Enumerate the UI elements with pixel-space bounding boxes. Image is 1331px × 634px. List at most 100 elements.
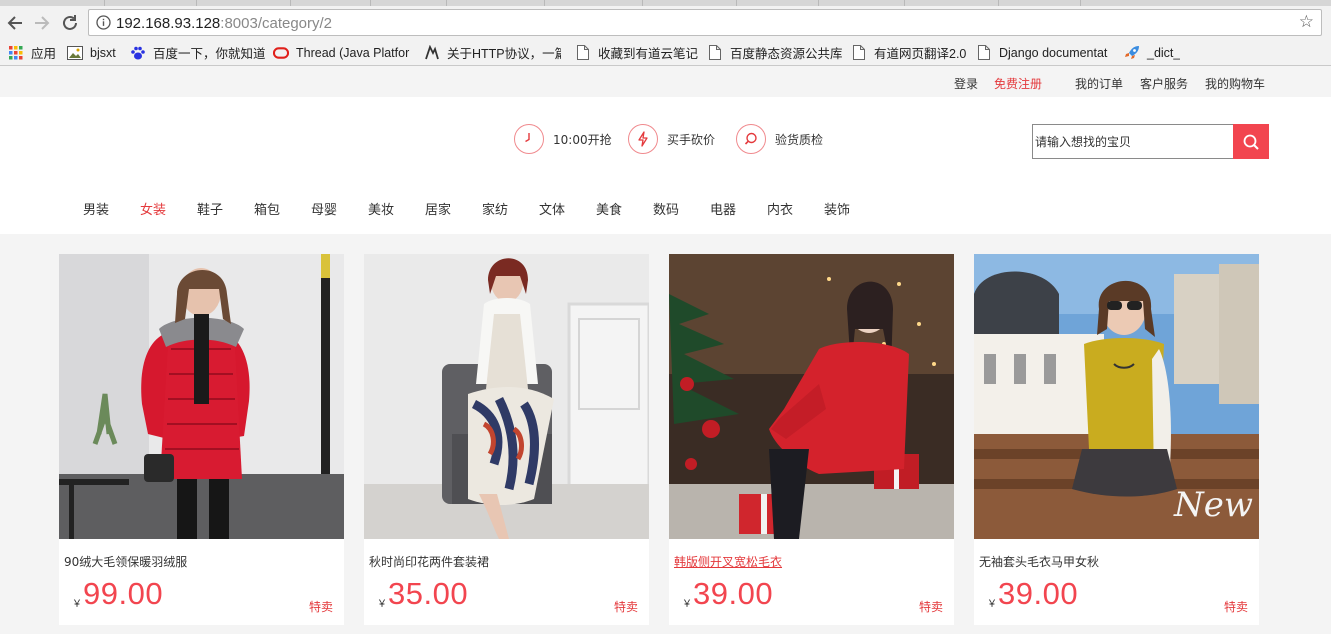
product-name[interactable]: 90绒大毛领保暖羽绒服	[64, 553, 187, 570]
product-image[interactable]: New	[974, 254, 1259, 539]
bookmark-label: 关于HTTP协议，一篇	[447, 47, 561, 61]
info-icon[interactable]	[96, 15, 111, 33]
forward-arrow-icon	[35, 16, 50, 30]
url-path: :8003/category/2	[220, 15, 333, 32]
category-women[interactable]: 女装	[140, 199, 166, 218]
my-cart-link[interactable]: 我的购物车	[1205, 75, 1265, 92]
search-box	[1032, 124, 1269, 159]
clock-icon	[514, 124, 544, 154]
image-bookmark-icon	[67, 45, 83, 61]
bookmark-label: _dict_	[1147, 45, 1181, 60]
feature-flash-sale: 10:00开抢	[514, 124, 612, 154]
site-header: 10:00开抢 买手砍价 验货质检 男装 女装 鞋子 箱包 母婴 美妆 居家	[0, 97, 1331, 234]
register-link[interactable]: 免费注册	[994, 75, 1042, 92]
currency-symbol: ￥	[377, 599, 387, 610]
page-icon	[851, 45, 867, 61]
bookmark-label: 应用	[31, 47, 57, 61]
bookmark-star-icon[interactable]: ☆	[1299, 13, 1314, 32]
category-baby[interactable]: 母婴	[311, 199, 337, 218]
feature-bargain: 买手砍价	[628, 124, 715, 154]
url-text[interactable]: 192.168.93.128:8003/category/2	[116, 15, 332, 32]
bookmark-youdao-translate[interactable]: 有道网页翻译2.0	[851, 44, 966, 61]
apps-grid-icon	[8, 45, 24, 61]
bookmark-label: bjsxt	[90, 45, 116, 60]
forward-button[interactable]	[31, 12, 53, 34]
price-value: 35.00	[388, 576, 469, 611]
category-digital[interactable]: 数码	[653, 199, 679, 218]
price-value: 99.00	[83, 576, 164, 611]
wolf-icon	[424, 44, 440, 61]
category-men[interactable]: 男装	[83, 199, 109, 218]
reload-button[interactable]	[59, 12, 81, 34]
price-value: 39.00	[693, 576, 774, 611]
category-stationery[interactable]: 文体	[539, 199, 565, 218]
bookmark-http[interactable]: 关于HTTP协议，一篇	[424, 44, 561, 61]
address-bar[interactable]: 192.168.93.128:8003/category/2 ☆	[88, 9, 1322, 36]
currency-symbol: ￥	[72, 599, 82, 610]
product-price: ￥35.00	[377, 576, 468, 612]
product-price: ￥39.00	[682, 576, 773, 612]
product-card[interactable]: 秋时尚印花两件套装裙 ￥35.00 特卖	[364, 254, 649, 625]
bookmark-bjsxt[interactable]: bjsxt	[67, 44, 116, 61]
bookmark-youdao-note[interactable]: 收藏到有道云笔记	[575, 44, 698, 61]
bookmark-label: 百度一下，你就知道	[153, 47, 266, 61]
reload-icon	[63, 15, 77, 30]
price-value: 39.00	[998, 576, 1079, 611]
baidu-paw-icon	[130, 45, 146, 61]
feature-inspection: 验货质检	[736, 124, 823, 154]
page-icon	[707, 45, 723, 61]
magnifier-icon	[736, 124, 766, 154]
feature-label: 验货质检	[775, 132, 824, 147]
sale-badge: 特卖	[308, 600, 333, 614]
bookmark-baidu[interactable]: 百度一下，你就知道	[130, 44, 266, 61]
product-name[interactable]: 韩版侧开叉宽松毛衣	[674, 553, 782, 570]
category-food[interactable]: 美食	[596, 199, 622, 218]
bookmark-thread[interactable]: Thread (Java Platfor	[273, 44, 411, 61]
category-home[interactable]: 居家	[425, 199, 451, 218]
category-beauty[interactable]: 美妆	[368, 199, 394, 218]
page: 登录 免费注册 我的订单 客户服务 我的购物车 10:00开抢 买手砍价 验货质…	[0, 67, 1331, 634]
product-image[interactable]	[669, 254, 954, 539]
feature-label: 买手砍价	[667, 132, 716, 147]
feature-label: 10:00开抢	[553, 132, 612, 147]
search-icon	[1243, 134, 1259, 150]
rocket-icon	[1124, 45, 1140, 61]
category-underwear[interactable]: 内衣	[767, 199, 793, 218]
browser-chrome: 192.168.93.128:8003/category/2 ☆ 应用 bjsx…	[0, 0, 1331, 66]
category-decor[interactable]: 装饰	[824, 199, 850, 218]
bookmarks-bar: 应用 bjsxt 百度一下，你就知道 Thread (Java Platfor …	[0, 40, 1331, 64]
tab-strip[interactable]	[0, 0, 1331, 6]
search-input[interactable]	[1032, 124, 1233, 159]
bookmark-label: 百度静态资源公共库	[730, 47, 843, 61]
category-shoes[interactable]: 鞋子	[197, 199, 223, 218]
back-button[interactable]	[4, 12, 26, 34]
sale-badge: 特卖	[918, 600, 943, 614]
currency-symbol: ￥	[682, 599, 692, 610]
product-name[interactable]: 秋时尚印花两件套装裙	[369, 553, 489, 570]
bookmark-django[interactable]: Django documentat	[976, 44, 1111, 61]
login-link[interactable]: 登录	[954, 75, 978, 92]
top-bar: 登录 免费注册 我的订单 客户服务 我的购物车	[0, 67, 1331, 97]
currency-symbol: ￥	[987, 599, 997, 610]
customer-service-link[interactable]: 客户服务	[1140, 75, 1188, 92]
my-orders-link[interactable]: 我的订单	[1075, 75, 1123, 92]
product-name[interactable]: 无袖套头毛衣马甲女秋	[979, 553, 1099, 570]
lightning-icon	[628, 124, 658, 154]
bookmark-label: Django documentat	[999, 45, 1108, 60]
bookmark-label: 有道网页翻译2.0	[874, 47, 967, 61]
product-card[interactable]: 90绒大毛领保暖羽绒服 ￥99.00 特卖	[59, 254, 344, 625]
sale-badge: 特卖	[1223, 600, 1248, 614]
bookmark-baidu-static[interactable]: 百度静态资源公共库	[707, 44, 843, 61]
search-button[interactable]	[1233, 124, 1269, 159]
product-image[interactable]	[59, 254, 344, 539]
bookmark-apps[interactable]: 应用	[8, 44, 56, 61]
product-price: ￥99.00	[72, 576, 163, 612]
product-card[interactable]: 韩版侧开叉宽松毛衣 ￥39.00 特卖	[669, 254, 954, 625]
product-card[interactable]: New 无袖套头毛衣马甲女秋 ￥39.00 特卖	[974, 254, 1259, 625]
category-textiles[interactable]: 家纺	[482, 199, 508, 218]
category-appliances[interactable]: 电器	[710, 199, 736, 218]
product-image[interactable]	[364, 254, 649, 539]
category-bags[interactable]: 箱包	[254, 199, 280, 218]
bookmark-dict[interactable]: _dict_	[1124, 44, 1180, 61]
bookmark-label: Thread (Java Platfor	[296, 45, 410, 60]
